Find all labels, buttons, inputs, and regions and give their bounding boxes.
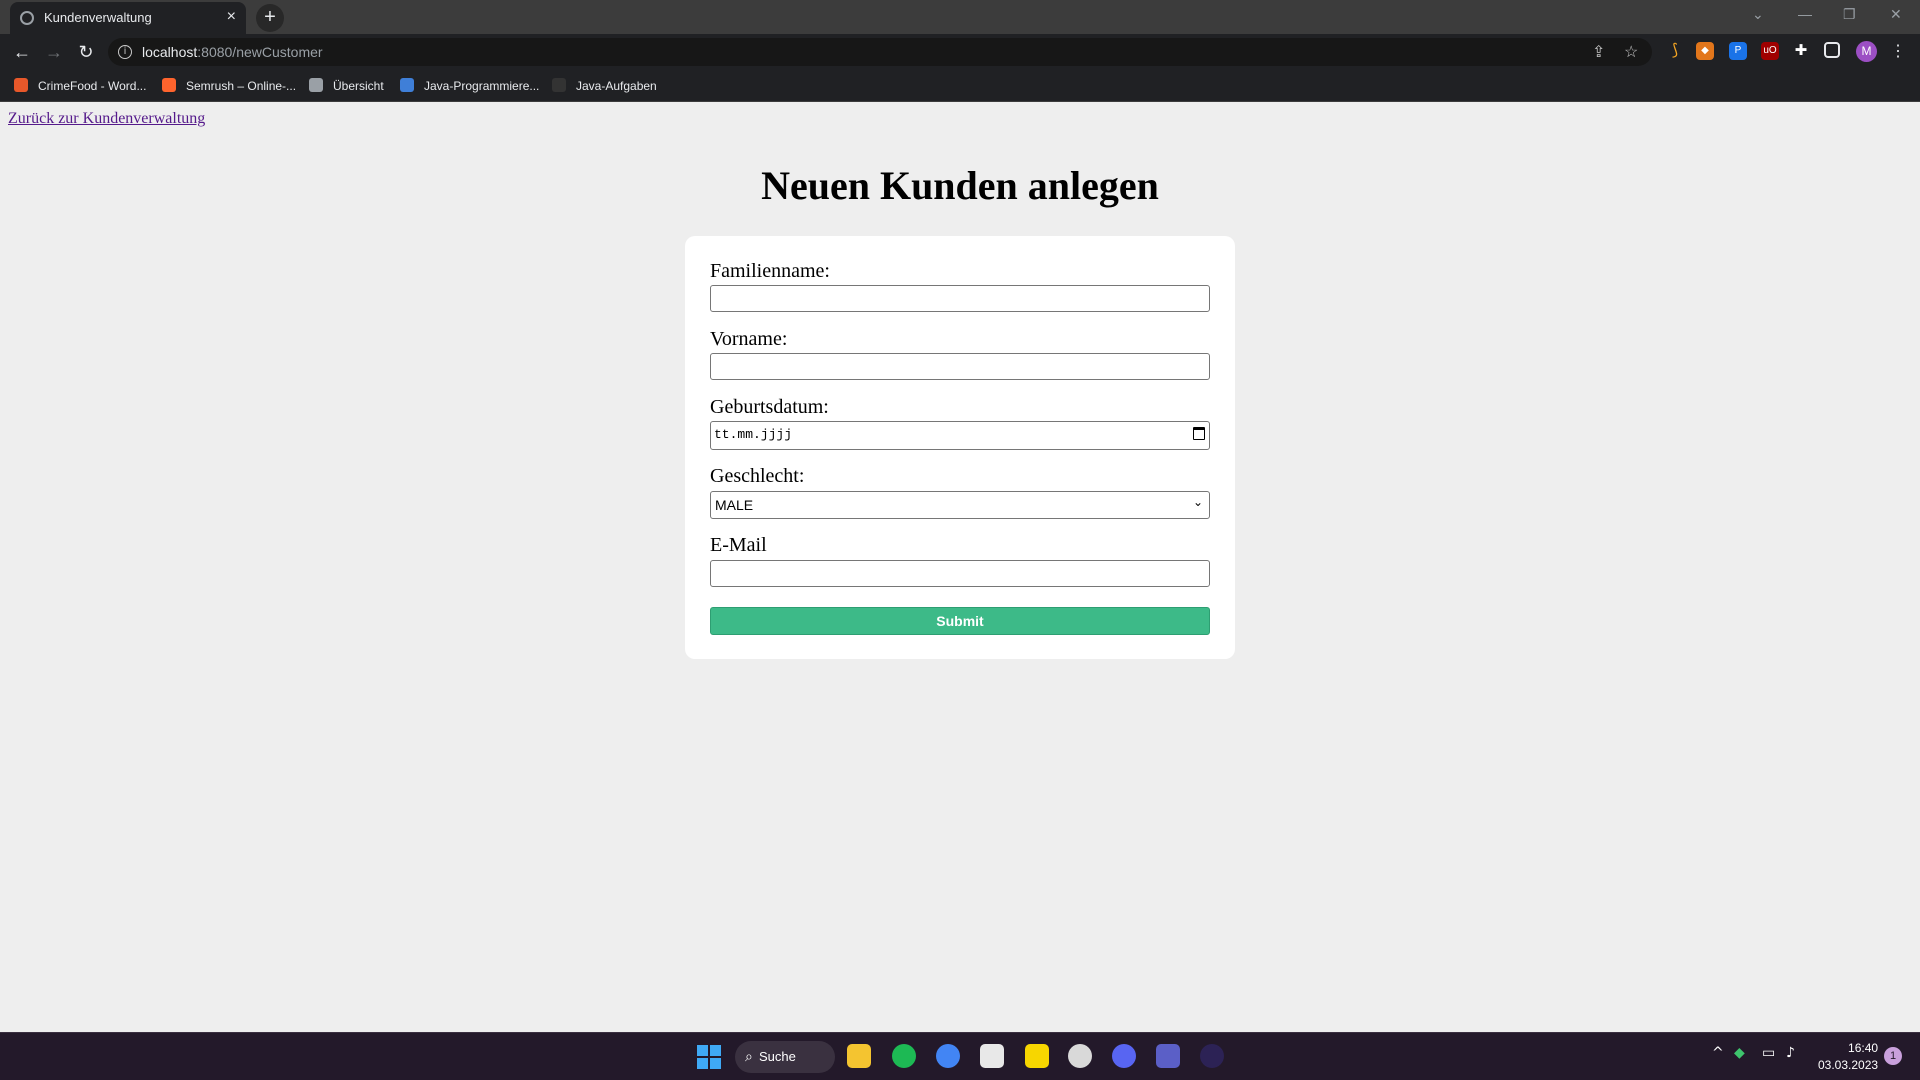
submit-button[interactable]: Submit [710,607,1210,635]
bookmark-label: Java-Aufgaben [576,79,657,93]
search-label: Suche [759,1049,796,1064]
taskbar-search[interactable]: ⌕ Suche [735,1041,835,1073]
search-icon: ⌕ [745,1049,753,1065]
eclipse-icon[interactable] [1200,1044,1224,1068]
tab-close-icon[interactable]: × [227,8,236,26]
page-content: Zurück zur Kundenverwaltung Neuen Kunden… [0,102,1920,1032]
java-aufgaben-favicon-icon [552,78,566,92]
gimp-icon[interactable] [1068,1044,1092,1068]
metamask-icon[interactable]: ◆ [1696,42,1714,60]
tab-kundenverwaltung[interactable]: Kundenverwaltung × [10,2,246,34]
geschlecht-select[interactable]: MALE ⌄ [710,491,1210,519]
volume-icon[interactable]: ♪ [1786,1045,1795,1061]
tab-strip: Kundenverwaltung × + ⌄ — ❐ ✕ [0,0,1920,34]
geschlecht-label: Geschlecht: [710,465,805,487]
bookmark-crimefood[interactable]: CrimeFood - Word... [14,76,146,96]
tab-title: Kundenverwaltung [44,10,152,25]
familienname-input[interactable] [710,285,1210,312]
url-text: localhost:8080/newCustomer [142,44,323,60]
page-title: Neuen Kunden anlegen [761,163,1159,208]
email-label: E-Mail [710,534,767,556]
back-to-customers-link[interactable]: Zurück zur Kundenverwaltung [8,110,205,128]
vorname-input[interactable] [710,353,1210,380]
site-info-icon[interactable]: i [118,45,132,59]
semrush-favicon-icon [162,78,176,92]
system-clock[interactable]: 16:40 03.03.2023 [1818,1040,1878,1074]
geschlecht-selected-value: MALE [715,497,754,513]
spotify-icon[interactable] [892,1044,916,1068]
address-bar[interactable]: i localhost:8080/newCustomer ⇪ ☆ [108,38,1652,66]
vorname-label: Vorname: [710,328,788,350]
file-explorer-icon[interactable] [847,1044,871,1068]
minimize-icon[interactable]: — [1798,6,1812,22]
bookmark-uebersicht[interactable]: Übersicht [309,76,384,96]
bookmark-semrush[interactable]: Semrush – Online-... [162,76,296,96]
chrome-icon[interactable] [936,1044,960,1068]
start-tile [710,1045,721,1056]
extensions-puzzle-icon[interactable]: ✚ [1792,42,1810,60]
ublock-icon[interactable]: uO [1761,42,1779,60]
new-tab-button[interactable]: + [256,4,284,32]
restore-icon[interactable]: ❐ [1843,6,1856,23]
java-programmiere-favicon-icon [400,78,414,92]
sticky-notes-icon[interactable] [1025,1044,1049,1068]
reload-icon[interactable]: ↻ [74,40,98,64]
bookmark-label: Übersicht [333,79,384,93]
snipping-tool-icon[interactable] [980,1044,1004,1068]
clock-time: 16:40 [1848,1041,1879,1055]
start-tile [697,1058,708,1069]
crimefood-favicon-icon [14,78,28,92]
bookmarks-bar: CrimeFood - Word... Semrush – Online-...… [0,70,1920,102]
forward-arrow-icon[interactable]: → [42,40,66,64]
close-window-icon[interactable]: ✕ [1890,6,1902,23]
familienname-label: Familienname: [710,260,830,282]
security-shield-icon[interactable]: ◆ [1734,1045,1745,1061]
show-hidden-icons-icon[interactable]: ^ [1712,1045,1724,1061]
profile-avatar[interactable]: M [1856,41,1877,62]
date-placeholder: tt.mm.jjjj [714,427,793,442]
back-arrow-icon[interactable]: ← [10,40,34,64]
windows-start-icon[interactable] [697,1045,721,1069]
bookmark-label: Semrush – Online-... [186,79,297,93]
browser-toolbar: ← → ↻ i localhost:8080/newCustomer ⇪ ☆ ⟆… [0,34,1920,70]
tab-search-icon[interactable]: ⌄ [1752,6,1764,23]
calendar-icon[interactable] [1193,427,1205,440]
more-menu-icon[interactable]: ⋮ [1890,41,1906,61]
bookmark-label: Java-Programmiere... [424,79,540,93]
start-tile [697,1045,708,1056]
start-tile [710,1058,721,1069]
url-path: :8080/newCustomer [197,44,323,60]
notification-badge[interactable]: 1 [1884,1047,1902,1065]
chevron-down-icon: ⌄ [1192,495,1203,509]
globe-icon [20,11,34,25]
bookmark-java-programmiere[interactable]: Java-Programmiere... [400,76,539,96]
bookmark-star-icon[interactable]: ☆ [1624,42,1638,62]
uebersicht-favicon-icon [309,78,323,92]
teams-icon[interactable] [1156,1044,1180,1068]
extension-orange-icon[interactable]: ⟆ [1666,42,1684,60]
share-icon[interactable]: ⇪ [1592,42,1605,62]
geburtsdatum-label: Geburtsdatum: [710,396,829,418]
bookmark-label: CrimeFood - Word... [38,79,147,93]
side-panel-icon[interactable] [1824,42,1840,58]
bookmark-java-aufgaben[interactable]: Java-Aufgaben [552,76,657,96]
extension-p-icon[interactable]: P [1729,42,1747,60]
url-host: localhost [142,44,198,60]
customer-form: Familienname: Vorname: Geburtsdatum: tt.… [685,236,1235,659]
clock-date: 03.03.2023 [1818,1058,1879,1072]
network-icon[interactable]: ▭ [1762,1045,1775,1061]
discord-icon[interactable] [1112,1044,1136,1068]
email-input[interactable] [710,560,1210,587]
geburtsdatum-input[interactable]: tt.mm.jjjj [710,421,1210,450]
windows-taskbar: ⌕ Suche ^ ◆ ▭ ♪ 16:40 03.03.2023 1 [0,1032,1920,1080]
